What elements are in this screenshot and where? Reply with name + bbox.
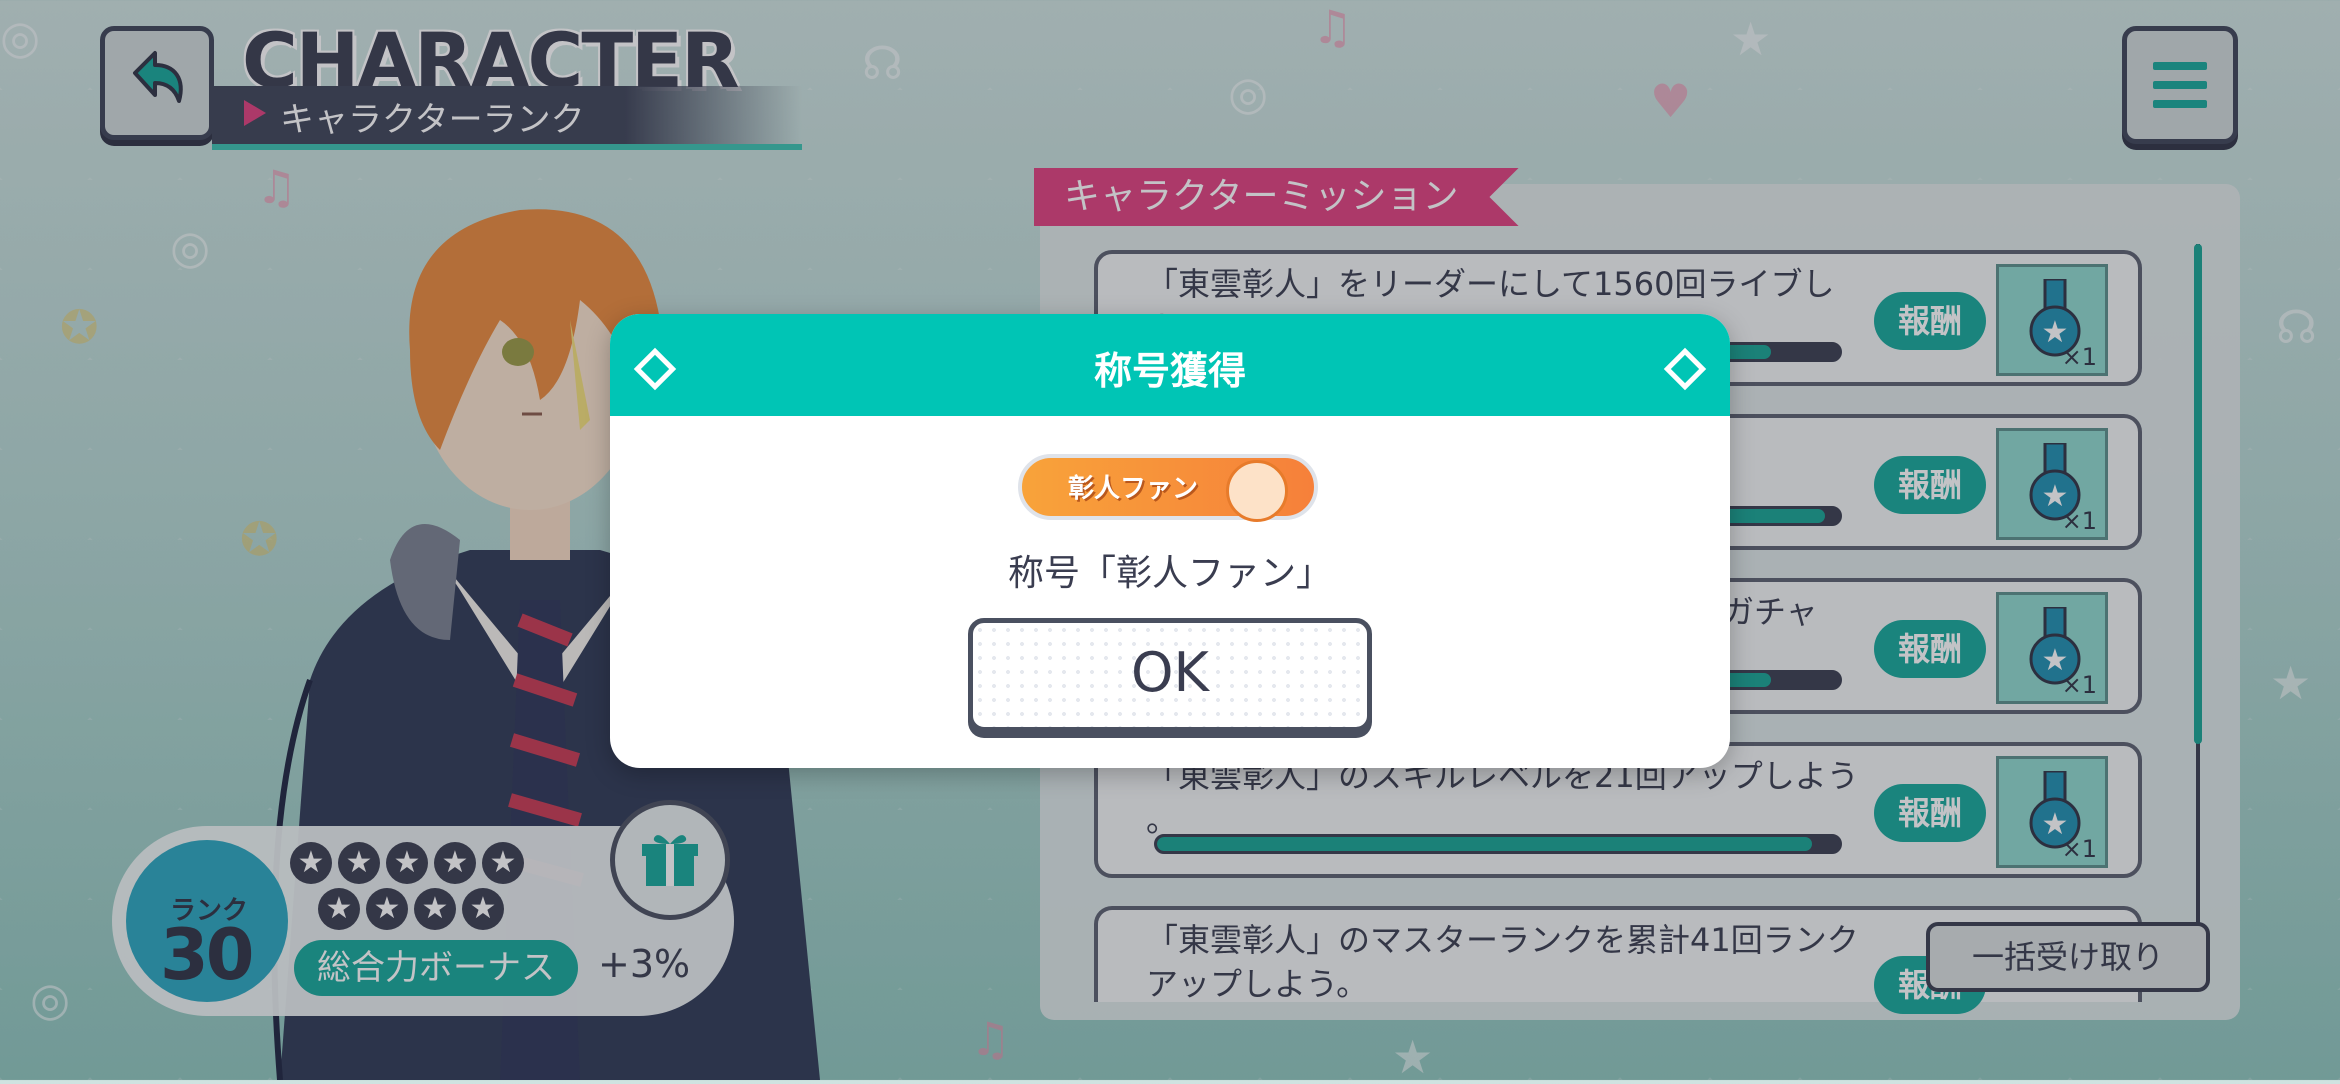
ok-button[interactable]: OK bbox=[968, 618, 1372, 732]
dialog-title: 称号獲得 bbox=[1093, 349, 1246, 393]
title-acquired-dialog: 称号獲得 彰人ファン 称号「彰人ファン」 OK bbox=[610, 314, 1730, 768]
title-badge: 彰人ファン bbox=[1018, 454, 1318, 522]
character-face-icon bbox=[1226, 460, 1288, 522]
dialog-header: 称号獲得 bbox=[610, 314, 1730, 416]
badge-text: 彰人ファン bbox=[1068, 474, 1199, 504]
dialog-message: 称号「彰人ファン」 bbox=[1007, 553, 1332, 594]
